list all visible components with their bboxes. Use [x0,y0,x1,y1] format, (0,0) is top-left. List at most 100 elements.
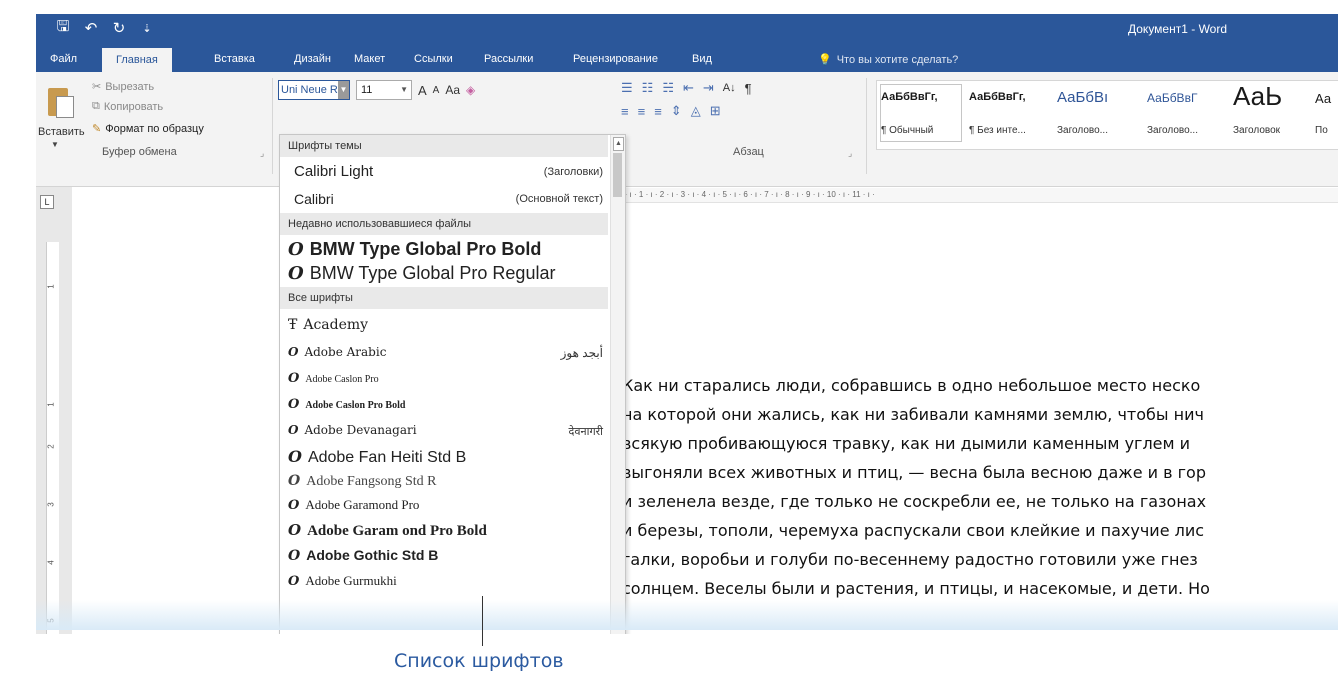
decrease-indent-icon[interactable]: ⇤ [683,80,694,96]
opentype-icon: O [288,498,300,513]
undo-icon[interactable]: ↶ [82,19,100,37]
grow-font-button[interactable]: A [418,83,427,98]
font-option-calibri-light[interactable]: Calibri Light [294,163,373,180]
redo-icon[interactable]: ↻ [110,19,128,37]
shrink-font-button[interactable]: A [433,85,440,96]
cut-button[interactable]: ✂ Вырезать [92,80,154,94]
callout-line [482,596,483,646]
opentype-icon: O [288,574,300,589]
multilevel-list-icon[interactable]: ☵ [662,80,674,96]
tab-view[interactable]: Вид [692,53,712,65]
font-option-calibri[interactable]: Calibri [294,191,334,207]
clipboard-launcher-icon[interactable]: ⌟ [260,148,264,159]
style-heading-1[interactable]: АаБбВı Заголово... [1057,85,1143,141]
font-list-dropdown: ▲ Шрифты темы Calibri Light (Заголовки) … [279,134,626,634]
document-line[interactable]: и березы, тополи, черемуха распускали св… [622,521,1204,540]
scroll-up-icon[interactable]: ▲ [613,137,624,151]
paragraph-group-label: Абзац [733,146,764,158]
document-line[interactable]: и зеленела везде, где только не соскребл… [622,492,1206,511]
font-name-box[interactable]: Uni Neue Re ▼ [278,80,350,100]
tab-layout[interactable]: Макет [354,53,385,65]
borders-icon[interactable]: ⊞ [710,103,721,119]
all-fonts-header: Все шрифты [280,287,608,309]
style-no-spacing[interactable]: АаБбВвГг, ¶ Без инте... [969,85,1051,141]
tab-home[interactable]: Главная [102,48,172,72]
opentype-icon: O [288,473,301,489]
clear-formatting-icon[interactable]: ◈ [466,83,475,97]
font-option-adobe-fangsong[interactable]: O Adobe Fangsong Std R [288,473,437,490]
sort-button[interactable]: А↓ [723,82,736,94]
scrollbar-thumb[interactable] [613,153,622,197]
tab-review[interactable]: Рецензирование [573,53,658,65]
justify-icon[interactable]: ≡ [654,104,662,119]
document-line[interactable]: галки, воробьи и голуби по-весеннему рад… [622,550,1198,569]
font-option-adobe-garamond-bold[interactable]: O Adobe Garam ond Pro Bold [288,521,487,540]
tell-me-box[interactable]: 💡 Что вы хотите сделать? [818,53,958,67]
chevron-down-icon[interactable]: ▼ [400,81,408,99]
font-size-box[interactable]: 11 ▼ [356,80,412,100]
save-icon[interactable]: 🖫 [54,18,72,37]
font-option-adobe-fan-heiti[interactable]: O Adobe Fan Heiti Std B [288,447,466,467]
tab-references[interactable]: Ссылки [414,53,453,65]
opentype-icon: O [288,397,300,412]
style-subtitle[interactable]: Аа По [1315,85,1338,141]
font-option-academy[interactable]: Ŧ Academy [288,317,368,333]
clipboard-group-label: Буфер обмена [102,146,177,158]
font-option-adobe-caslon-bold[interactable]: O Adobe Caslon Pro Bold [288,397,405,412]
document-line[interactable]: выгоняли всех животных и птиц, — весна б… [622,463,1206,482]
opentype-icon: O [288,239,304,260]
copy-button[interactable]: ⧉ Копировать [92,100,163,113]
font-option-tag: (Заголовки) [543,166,603,178]
tab-insert[interactable]: Вставка [214,53,255,65]
numbering-icon[interactable]: ☷ [642,80,654,96]
align-center-icon[interactable]: ≡ [621,104,629,119]
line-spacing-icon[interactable]: ⇕ [671,103,682,119]
clipboard-icon [44,84,74,118]
change-case-button[interactable]: Aa [445,83,460,97]
style-heading-2[interactable]: АаБбВвГ Заголово... [1147,85,1229,141]
opentype-icon: O [288,263,304,284]
chevron-down-icon: ▼ [51,140,59,149]
paragraph-launcher-icon[interactable]: ⌟ [848,148,852,159]
style-title[interactable]: АаЬ Заголовок [1233,81,1303,141]
ribbon-tabs: Файл Главная Вставка Дизайн Макет Ссылки… [36,46,1338,72]
shading-icon[interactable]: ◬ [691,103,701,119]
document-line[interactable]: солнцем. Веселы были и растения, и птицы… [622,579,1210,598]
horizontal-ruler: 1 · ı · 1 · ı · 2 · ı · 3 · ı · 4 · ı · … [618,188,1338,203]
font-option-adobe-garamond[interactable]: O Adobe Garamond Pro [288,497,419,513]
window-title: Документ1 - Word [1128,22,1228,36]
paste-button[interactable]: Вставить ▼ [38,84,85,149]
tab-design[interactable]: Дизайн [294,53,331,65]
dropdown-scrollbar[interactable]: ▲ [610,135,625,634]
tab-stop-selector[interactable]: L [40,195,54,209]
opentype-icon: O [288,371,300,386]
style-normal[interactable]: АаБбВвГг, ¶ Обычный [880,84,962,142]
styles-gallery: АаБбВвГг, ¶ Обычный АаБбВвГг, ¶ Без инте… [876,80,1338,150]
font-option-adobe-arabic[interactable]: O Adobe Arabic [288,345,386,359]
document-line[interactable]: всякую пробивающуюся травку, как ни дыми… [622,434,1190,453]
tab-file[interactable]: Файл [50,53,77,65]
document-line[interactable]: Как ни старались люди, собравшись в одно… [622,376,1200,395]
document-line[interactable]: на которой они жались, как ни забивали к… [622,405,1204,424]
copy-icon: ⧉ [92,100,100,112]
tab-mailings[interactable]: Рассылки [484,53,533,65]
font-option-adobe-caslon[interactable]: O Adobe Caslon Pro [288,371,379,386]
align-right-icon[interactable]: ≡ [638,104,646,119]
increase-indent-icon[interactable]: ⇥ [703,80,714,96]
ribbon-home: Вставить ▼ ✂ Вырезать ⧉ Копировать ✎ Формат… [36,72,1338,187]
font-option-bmw-bold[interactable]: O BMW Type Global Pro Bold [288,239,541,260]
theme-fonts-header: Шрифты темы [280,135,608,157]
customize-qat-icon[interactable]: ⇣ [138,19,156,37]
bullets-icon[interactable]: ☰ [621,80,633,96]
font-option-adobe-gothic[interactable]: O Adobe Gothic Std B [288,547,438,564]
format-painter-button[interactable]: ✎ Формат по образцу [92,122,204,136]
font-option-adobe-devanagari[interactable]: O Adobe Devanagari [288,423,417,437]
font-option-adobe-gurmukhi[interactable]: O Adobe Gurmukhi [288,573,397,589]
chevron-down-icon[interactable]: ▼ [338,81,349,99]
font-option-bmw-regular[interactable]: O BMW Type Global Pro Regular [288,263,555,284]
opentype-icon: O [288,447,302,466]
font-sample-arabic: أبجد هوز [560,346,603,360]
paste-label: Вставить [38,126,85,138]
opentype-icon: O [288,548,301,564]
pilcrow-button[interactable]: ¶ [745,81,752,96]
